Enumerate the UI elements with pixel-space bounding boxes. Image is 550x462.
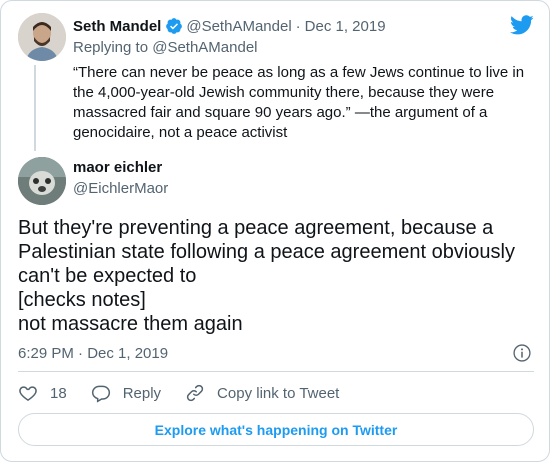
copy-link-label: Copy link to Tweet [217,384,340,402]
info-icon[interactable] [512,343,532,363]
reply-bubble-icon [91,385,110,403]
twitter-bird-icon[interactable] [510,13,534,37]
separator-dot: · [295,17,301,35]
tweet-timestamp[interactable]: 6:29 PM · Dec 1, 2019 [18,345,168,362]
parent-tweet-date[interactable]: Dec 1, 2019 [305,18,386,35]
reply-label: Reply [122,384,162,402]
replying-to-label[interactable]: Replying to @SethAMandel [73,39,258,56]
tweet-actions: 18 Reply Copy link to Tweet [18,383,363,403]
link-icon [186,384,204,402]
like-count: 18 [50,384,67,402]
like-button[interactable]: 18 [18,383,67,403]
embedded-tweet-card: Seth Mandel @SethAMandel · Dec 1, 2019 R… [0,0,550,462]
reply-button[interactable]: Reply [91,383,161,403]
avatar-seth-mandel[interactable] [18,13,66,61]
parent-author-name[interactable]: Seth Mandel [73,18,161,35]
parent-tweet-text: “There can never be peace as long as a f… [73,64,525,141]
reply-thread-line [34,65,36,151]
explore-twitter-button[interactable]: Explore what's happening on Twitter [18,413,534,446]
parent-author-handle[interactable]: @SethAMandel [186,18,291,35]
parent-author-row: Seth Mandel @SethAMandel · Dec 1, 2019 [73,17,386,35]
author-handle[interactable]: @EichlerMaor [73,180,168,197]
heart-icon [19,386,37,401]
author-name[interactable]: maor eichler [73,159,162,176]
divider [18,371,534,372]
copy-link-button[interactable]: Copy link to Tweet [185,383,339,403]
tweet-text: But they're preventing a peace agreement… [18,217,515,335]
avatar-maor-eichler[interactable] [18,157,66,205]
verified-badge-icon [166,18,183,34]
